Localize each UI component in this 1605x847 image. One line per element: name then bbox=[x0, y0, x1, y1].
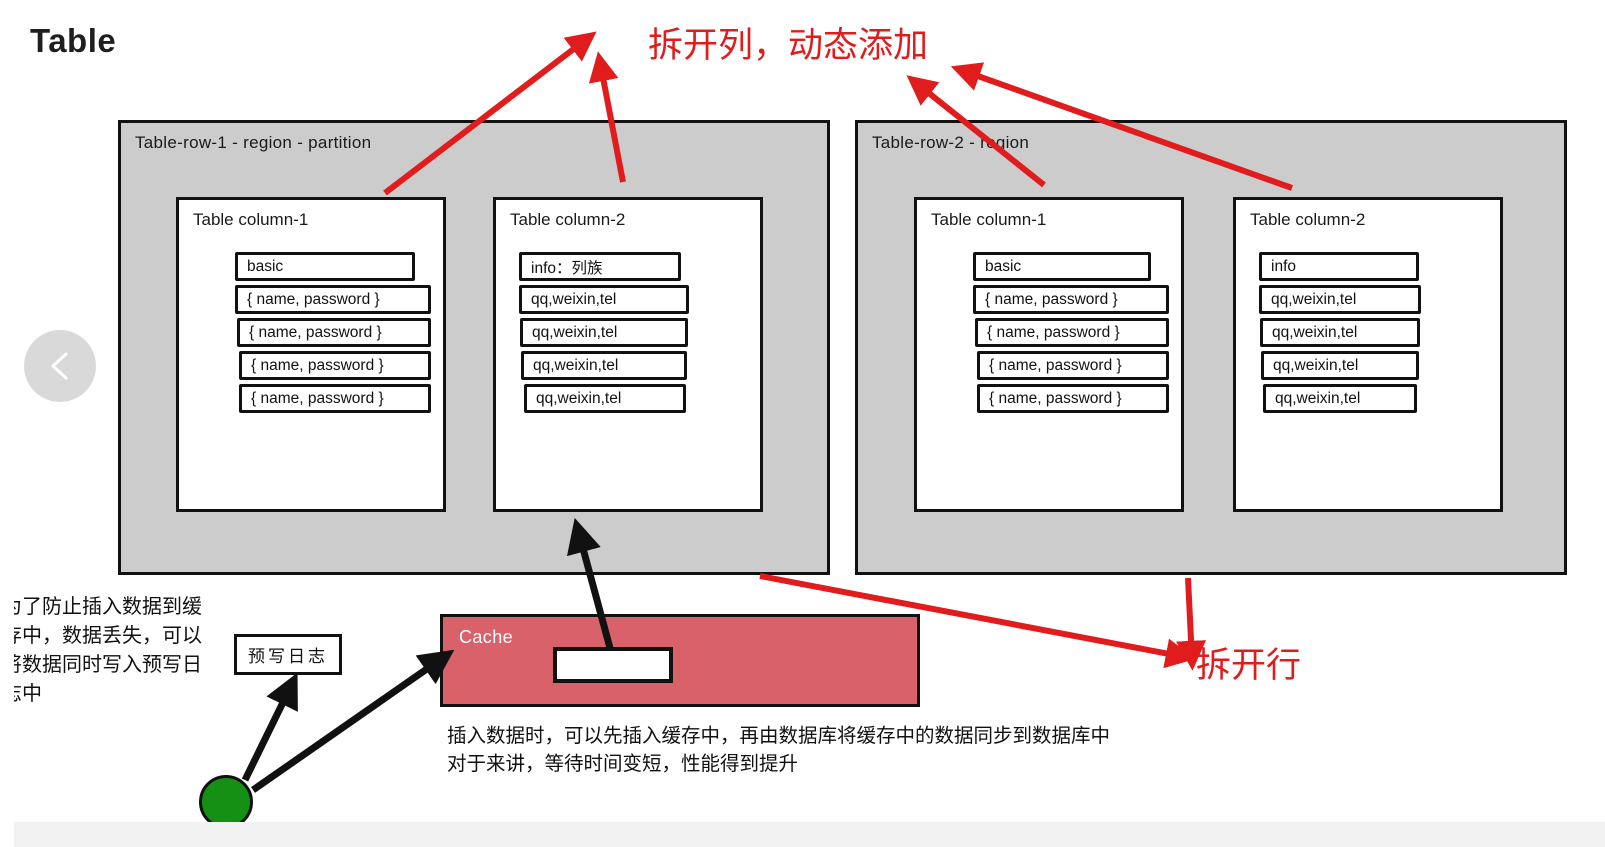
cell-stack: basic { name, password } { name, passwor… bbox=[973, 252, 1169, 413]
cell-family: basic bbox=[235, 252, 415, 281]
region-2-column-1: Table column-1 basic { name, password } … bbox=[914, 197, 1184, 512]
bottom-note-text: 插入数据时，可以先插入缓存中，再由数据库将缓存中的数据同步到数据库中 对于来讲，… bbox=[447, 722, 1277, 778]
cell-stack: info qq,weixin,tel qq,weixin,tel qq,weix… bbox=[1259, 252, 1421, 413]
chevron-left-icon bbox=[45, 349, 75, 383]
cell-entry: qq,weixin,tel bbox=[1261, 351, 1419, 380]
region-1-column-1: Table column-1 basic { name, password } … bbox=[176, 197, 446, 512]
cell-entry: { name, password } bbox=[239, 384, 431, 413]
arrow-split-row-vertical bbox=[1176, 577, 1207, 671]
cell-entry: { name, password } bbox=[235, 285, 431, 314]
cell-entry: qq,weixin,tel bbox=[519, 285, 689, 314]
region-1-column-2: Table column-2 info：列族 qq,weixin,tel qq,… bbox=[493, 197, 763, 512]
cell-family: info：列族 bbox=[519, 252, 681, 281]
table-region-1: Table-row-1 - region - partition Table c… bbox=[118, 120, 830, 575]
left-strip bbox=[0, 0, 14, 847]
region-1-label: Table-row-1 - region - partition bbox=[135, 133, 372, 152]
cell-entry: qq,weixin,tel bbox=[524, 384, 686, 413]
cell-family: info bbox=[1259, 252, 1419, 281]
cache-label: Cache bbox=[459, 627, 514, 647]
table-region-2: Table-row-2 - region Table column-1 basi… bbox=[855, 120, 1567, 575]
cell-entry: { name, password } bbox=[975, 318, 1169, 347]
bottom-strip bbox=[0, 822, 1605, 847]
cell-entry: qq,weixin,tel bbox=[1263, 384, 1417, 413]
cell-family: basic bbox=[973, 252, 1151, 281]
client-node-circle bbox=[199, 775, 253, 829]
column-label: Table column-2 bbox=[510, 210, 626, 229]
region-2-label: Table-row-2 - region bbox=[872, 133, 1030, 152]
arrow-node-to-wal bbox=[241, 672, 298, 782]
cell-entry: qq,weixin,tel bbox=[520, 318, 688, 347]
cell-entry: { name, password } bbox=[239, 351, 431, 380]
region-2-column-2: Table column-2 info qq,weixin,tel qq,wei… bbox=[1233, 197, 1503, 512]
cell-entry: { name, password } bbox=[237, 318, 431, 347]
bottom-note-line-1: 插入数据时，可以先插入缓存中，再由数据库将缓存中的数据同步到数据库中 bbox=[447, 724, 1111, 747]
column-label: Table column-2 bbox=[1250, 210, 1366, 229]
write-ahead-log-box: 预写日志 bbox=[234, 634, 342, 675]
cache-entry-cell bbox=[553, 647, 673, 683]
annotation-split-row: 拆开行 bbox=[1196, 646, 1302, 686]
cell-entry: qq,weixin,tel bbox=[1260, 318, 1420, 347]
annotation-split-column: 拆开列，动态添加 bbox=[648, 26, 929, 66]
cell-entry: { name, password } bbox=[977, 351, 1169, 380]
cell-stack: basic { name, password } { name, passwor… bbox=[235, 252, 431, 413]
left-note-text: 为了防止插入数据到缓存中，数据丢失，可以将数据同时写入预写日志中 bbox=[2, 594, 202, 705]
page-title: Table bbox=[30, 22, 117, 59]
arrow-node-to-cache bbox=[250, 649, 455, 793]
cell-entry: { name, password } bbox=[973, 285, 1169, 314]
prev-slide-button[interactable] bbox=[24, 330, 96, 402]
column-label: Table column-1 bbox=[193, 210, 309, 229]
cache-box: Cache bbox=[440, 614, 920, 707]
cell-entry: qq,weixin,tel bbox=[1259, 285, 1421, 314]
bottom-note-line-2: 对于来讲，等待时间变短，性能得到提升 bbox=[447, 752, 799, 775]
cell-stack: info：列族 qq,weixin,tel qq,weixin,tel qq,w… bbox=[519, 252, 689, 413]
column-label: Table column-1 bbox=[931, 210, 1047, 229]
cell-entry: { name, password } bbox=[977, 384, 1169, 413]
cell-entry: qq,weixin,tel bbox=[521, 351, 687, 380]
